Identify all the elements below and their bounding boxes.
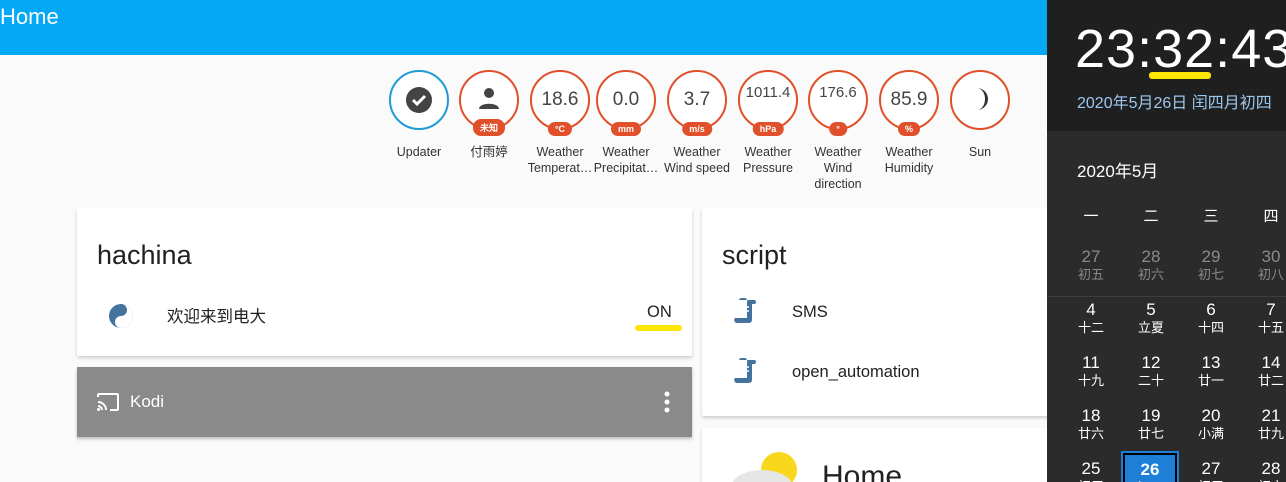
calendar-day[interactable]: 4 十二 (1063, 300, 1119, 336)
badge-label: Weather Wind direction (814, 145, 862, 191)
badge-updater[interactable]: Updater (384, 70, 454, 160)
page-title: Home (0, 4, 59, 29)
badge-value: 3.7 (683, 89, 711, 110)
badge-weather-pressure[interactable]: 1011.4 hPa Weather Pressure (733, 70, 803, 176)
badge-weather-temperature[interactable]: 18.6 °C Weather Temperat… (525, 70, 595, 176)
badge-label: Weather Humidity (884, 145, 934, 175)
clock-separator: : (1137, 19, 1154, 79)
calendar-day[interactable]: 20 小满 (1183, 406, 1239, 442)
badge-label: 付雨婷 (470, 145, 508, 159)
weather-card-title: Home (822, 460, 903, 482)
weekday-header: 一 (1083, 208, 1099, 225)
clock-date[interactable]: 2020年5月26日 闰四月初四 (1077, 89, 1272, 113)
badge-value: 1011.4 (745, 84, 791, 101)
badge-unit: m/s (682, 122, 712, 136)
clock-time: 23:32:43 (1075, 18, 1286, 80)
badge-unit: °C (547, 122, 573, 136)
calendar-day[interactable]: 6 十四 (1183, 300, 1239, 336)
script-card: script SMS open_automation (702, 208, 1052, 416)
clock-hours: 23 (1075, 19, 1138, 79)
state-highlight (635, 325, 682, 331)
badge-weather-wind-speed[interactable]: 3.7 m/s Weather Wind speed (662, 70, 732, 176)
calendar-day[interactable]: 21 廿九 (1243, 406, 1286, 442)
entity-name: 欢迎来到电大 (167, 308, 266, 326)
calendar-day[interactable]: 13 廿一 (1183, 353, 1239, 389)
script-item-open-automation[interactable]: open_automation (792, 363, 920, 382)
script-icon (734, 357, 758, 389)
calendar-day[interactable]: 5 立夏 (1123, 300, 1179, 336)
badge-value: 0.0 (612, 89, 640, 110)
calendar-day-today[interactable]: 26初四 (1121, 451, 1179, 482)
badge-value: 176.6 (819, 84, 857, 101)
badge-weather-humidity[interactable]: 85.9 % Weather Humidity (874, 70, 944, 176)
weather-card: Home (702, 428, 1052, 482)
calendar-day[interactable]: 11 十九 (1063, 353, 1119, 389)
badge-sun[interactable]: Sun (945, 70, 1015, 160)
clock-calendar-flyout: 23:32:43 2020年5月26日 闰四月初四 2020年5月 一 二 三 … (1047, 0, 1286, 482)
badge-label: Weather Pressure (742, 145, 794, 175)
kodi-label: Kodi (130, 392, 165, 411)
badge-value: 85.9 (890, 89, 928, 110)
calendar-day[interactable]: 14 廿二 (1243, 353, 1286, 389)
calendar-day[interactable]: 28初六 (1243, 459, 1286, 482)
badge-value: 18.6 (541, 89, 579, 110)
clock-separator: : (1215, 19, 1232, 79)
calendar-day[interactable]: 27初五 (1183, 459, 1239, 482)
calendar-day[interactable]: 7 十五 (1243, 300, 1286, 336)
calendar-day[interactable]: 12 二十 (1123, 353, 1179, 389)
badge-weather-precipitation[interactable]: 0.0 mm Weather Precipitat… (591, 70, 661, 176)
kodi-media-player[interactable]: Kodi (77, 367, 692, 437)
badge-weather-wind-direction[interactable]: 176.6 ° Weather Wind direction (803, 70, 873, 192)
weekday-header: 二 (1143, 208, 1159, 225)
badge-unit: % (897, 122, 921, 136)
calendar-day[interactable]: 29 初七 (1183, 247, 1239, 283)
badge-unit: 未知 (472, 119, 506, 136)
calendar-day[interactable]: 18 廿六 (1063, 406, 1119, 442)
badge-unit: hPa (752, 122, 784, 136)
app-header: Home (0, 0, 1050, 55)
calendar-day[interactable]: 19 廿七 (1123, 406, 1179, 442)
script-item-sms[interactable]: SMS (792, 303, 828, 322)
badge-label: Weather Temperat… (527, 145, 593, 175)
cast-icon (97, 393, 119, 416)
person-icon (461, 86, 517, 115)
calendar-day[interactable]: 25初三 (1063, 459, 1119, 482)
moon-icon (952, 86, 1008, 117)
calendar-day[interactable]: 28初六 (1123, 247, 1179, 283)
badge-person[interactable]: 未知 付雨婷 (454, 70, 524, 160)
calendar-month-label[interactable]: 2020年5月 (1077, 157, 1158, 182)
script-icon (734, 297, 758, 329)
clock-seconds: 43 (1231, 19, 1286, 79)
calendar-divider (1047, 296, 1286, 297)
partly-cloudy-icon (727, 448, 807, 482)
check-circle-icon (391, 86, 447, 119)
badge-label: Updater (396, 145, 442, 159)
card-title: hachina (97, 240, 192, 270)
badge-unit: ° (829, 122, 847, 136)
card-title: script (722, 240, 787, 270)
yin-yang-icon (108, 303, 134, 334)
minutes-highlight (1149, 72, 1211, 79)
badge-label: Sun (968, 145, 992, 159)
weekday-header: 四 (1263, 208, 1279, 225)
more-vert-icon[interactable] (663, 391, 671, 418)
clock-minutes: 32 (1153, 19, 1216, 79)
calendar-day[interactable]: 27初五 (1063, 247, 1119, 283)
entity-state[interactable]: ON (647, 303, 672, 322)
clock-header: 23:32:43 2020年5月26日 闰四月初四 (1047, 0, 1286, 131)
hachina-card: hachina 欢迎来到电大 ON (77, 208, 692, 356)
badge-label: Weather Precipitat… (593, 145, 659, 175)
badge-label: Weather Wind speed (663, 145, 730, 175)
calendar-day[interactable]: 30 初八 (1243, 247, 1286, 283)
badge-unit: mm (610, 122, 642, 136)
weekday-header: 三 (1203, 208, 1219, 225)
